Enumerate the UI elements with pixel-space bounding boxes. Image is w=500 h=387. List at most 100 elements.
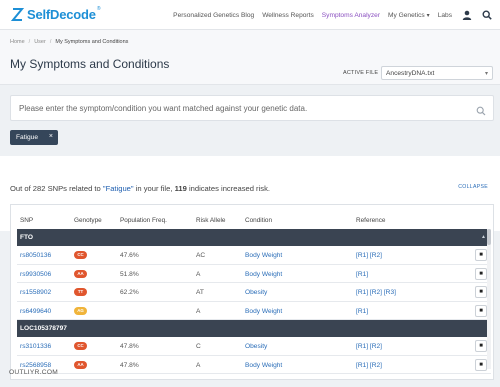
column-header-population-freq: Population Freq.: [120, 217, 167, 224]
reference-links[interactable]: [R1] [R2]: [356, 343, 382, 350]
pin-icon[interactable]: ■: [475, 304, 487, 317]
genotype-badge: AA: [74, 269, 87, 278]
column-header-snp: SNP: [20, 217, 34, 224]
pin-icon[interactable]: ■: [475, 267, 487, 280]
population-freq: 47.6%: [120, 252, 139, 259]
genotype-badge: CC: [74, 342, 87, 350]
table-body: FTO ▲ rs8050136 CC 47.6% AC Body Weight …: [17, 229, 491, 374]
condition-link[interactable]: Body Weight: [245, 252, 282, 259]
column-header-genotype: Genotype: [74, 217, 102, 224]
logo-text: SelfDecode: [27, 6, 96, 22]
chevron-down-icon: ▾: [484, 71, 488, 77]
gene-name: LOC105378797: [20, 325, 67, 332]
pin-icon[interactable]: ■: [475, 358, 487, 371]
nav-labs[interactable]: Labs: [438, 12, 452, 19]
table-row: rs3101336 CC 47.8% C Obesity [R1] [R2] ■: [17, 337, 491, 356]
active-file-value: AncestryDNA.txt: [386, 70, 435, 77]
snp-link[interactable]: rs2568958: [20, 362, 51, 369]
table-scrollbar[interactable]: [487, 229, 491, 369]
collapse-button[interactable]: COLLAPSE: [458, 184, 488, 190]
results-table-panel: SNP Genotype Population Freq. Risk Allel…: [10, 204, 494, 380]
column-header-risk-allele: Risk Allele: [196, 217, 226, 224]
snp-link[interactable]: rs6499640: [20, 308, 51, 315]
condition-link[interactable]: Body Weight: [245, 271, 282, 278]
population-freq: 62.2%: [120, 289, 139, 296]
condition-link[interactable]: Obesity: [245, 289, 267, 296]
page-title: My Symptoms and Conditions: [10, 57, 170, 71]
breadcrumb-home[interactable]: Home: [10, 39, 25, 45]
genotype-badge: CC: [74, 251, 87, 259]
selfdecode-logo[interactable]: SelfDecode ®: [10, 6, 101, 22]
table-row: rs9930506 AA 51.8% A Body Weight [R1] ■: [17, 265, 491, 283]
reference-links[interactable]: [R1] [R2]: [356, 362, 382, 369]
user-icon[interactable]: [460, 8, 474, 22]
search-icon[interactable]: [480, 8, 494, 22]
pin-icon[interactable]: ■: [475, 249, 487, 261]
gene-name: FTO: [20, 234, 34, 241]
summary-prefix: Out of 282 SNPs related to: [10, 184, 103, 193]
column-header-condition: Condition: [245, 217, 273, 224]
symptom-search-input[interactable]: [19, 96, 469, 120]
watermark: OUTLIYR.COM: [9, 369, 59, 376]
population-freq: 51.8%: [120, 270, 139, 278]
risk-allele: C: [196, 343, 201, 350]
reference-links[interactable]: [R1]: [356, 308, 368, 315]
summary-query: "Fatigue": [102, 184, 134, 193]
nav-my-genetics[interactable]: My Genetics ▾: [388, 12, 430, 19]
page-header: Home / User / My Symptoms and Conditions My …: [0, 30, 500, 85]
breadcrumb-current: My Symptoms and Conditions: [55, 39, 129, 45]
population-freq: 47.8%: [120, 343, 139, 350]
population-freq: 47.8%: [120, 361, 139, 369]
genotype-badge: AA: [74, 360, 87, 369]
tag-label: Fatigue: [16, 134, 38, 141]
summary-count: 119: [174, 184, 187, 193]
breadcrumb-separator: /: [49, 39, 52, 45]
nav-menu: Personalized Genetics Blog Wellness Repo…: [173, 0, 500, 30]
genotype-badge: TT: [74, 288, 87, 296]
nav-symptoms-analyzer[interactable]: Symptoms Analyzer: [322, 12, 380, 19]
chevron-down-icon: ▾: [426, 12, 430, 19]
table-header: SNP Genotype Population Freq. Risk Allel…: [17, 213, 493, 229]
logo-trademark: ®: [96, 6, 101, 12]
breadcrumb-separator: /: [28, 39, 31, 45]
selected-symptom-tag: Fatigue ×: [10, 130, 58, 145]
column-header-reference: Reference: [356, 217, 386, 224]
pin-icon[interactable]: ■: [475, 340, 487, 352]
risk-allele: A: [196, 307, 201, 315]
active-file-select[interactable]: AncestryDNA.txt ▾: [381, 66, 493, 80]
logo-mark-icon: [10, 7, 25, 22]
reference-links[interactable]: [R1] [R2]: [356, 252, 382, 259]
snp-link[interactable]: rs1558902: [20, 289, 51, 296]
reference-links[interactable]: [R1]: [356, 271, 368, 278]
table-row: rs8050136 CC 47.6% AC Body Weight [R1] […: [17, 246, 491, 265]
gene-group-row: LOC105378797: [17, 320, 491, 337]
top-nav: SelfDecode ® Personalized Genetics Blog …: [0, 0, 500, 30]
genotype-badge: AG: [74, 306, 87, 315]
close-icon[interactable]: ×: [49, 133, 53, 140]
risk-allele: AT: [196, 289, 204, 296]
nav-wellness-reports[interactable]: Wellness Reports: [262, 12, 314, 19]
condition-link[interactable]: Body Weight: [245, 308, 282, 315]
risk-allele: A: [196, 361, 201, 369]
risk-allele: A: [196, 270, 201, 278]
search-icon[interactable]: [476, 103, 486, 116]
symptom-search-box: [10, 95, 494, 121]
scroll-up-arrow-icon[interactable]: ▲: [481, 234, 486, 240]
snp-link[interactable]: rs9930506: [20, 271, 51, 278]
snp-link[interactable]: rs3101336: [20, 343, 51, 350]
nav-genetics-blog[interactable]: Personalized Genetics Blog: [173, 12, 254, 19]
breadcrumb-user[interactable]: User: [34, 39, 46, 45]
gene-group-row: FTO ▲: [17, 229, 491, 246]
table-row: rs6499640 AG A Body Weight [R1] ■: [17, 302, 491, 320]
reference-links[interactable]: [R1] [R2] [R3]: [356, 289, 396, 296]
table-row: rs2568958 AA 47.8% A Body Weight [R1] [R…: [17, 356, 491, 374]
condition-link[interactable]: Body Weight: [245, 362, 282, 369]
nav-my-genetics-label: My Genetics: [388, 11, 425, 19]
snp-link[interactable]: rs8050136: [20, 252, 51, 259]
breadcrumb: Home / User / My Symptoms and Conditions: [10, 39, 128, 45]
summary-suffix: indicates increased risk.: [186, 184, 270, 193]
condition-link[interactable]: Obesity: [245, 343, 267, 350]
pin-icon[interactable]: ■: [475, 286, 487, 298]
risk-allele: AC: [196, 252, 206, 259]
scrollbar-thumb[interactable]: [487, 229, 491, 245]
